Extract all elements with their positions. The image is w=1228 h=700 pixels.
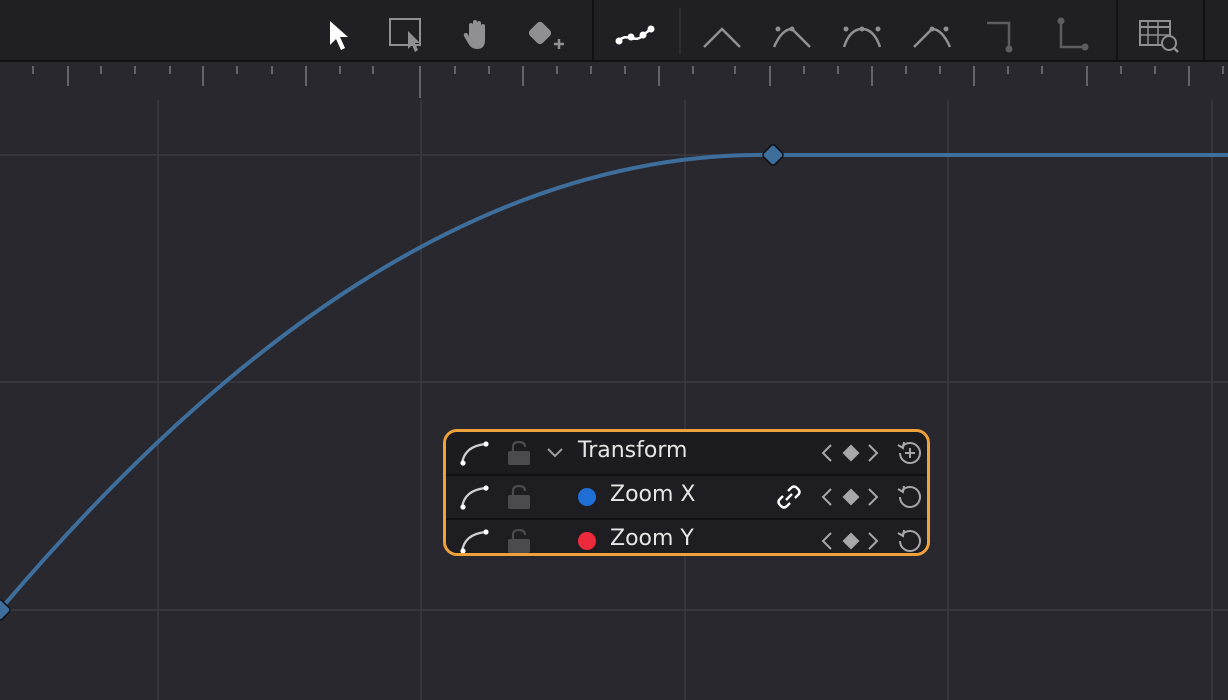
reset-icon[interactable] [896,527,924,555]
keyframe-diamond-icon[interactable] [840,442,862,464]
marquee-select-icon [389,18,421,52]
hand-pan-button[interactable] [455,12,501,58]
next-keyframe-icon[interactable] [866,530,880,552]
keyframe-diamond-icon[interactable] [840,486,862,508]
next-keyframe-icon[interactable] [866,486,880,508]
row-label: Zoom X [610,482,696,507]
ease-out-button[interactable] [839,12,885,58]
toolbar-separator [679,8,681,54]
pointer-select-button[interactable] [314,12,360,58]
chevron-down-icon[interactable] [544,442,566,464]
hold-step-icon [987,21,1013,53]
keyframe-end[interactable] [762,144,785,167]
previous-keyframe-icon[interactable] [820,442,834,464]
curve-toggle-icon[interactable] [458,526,492,556]
keyframe-row-zoom-y[interactable]: Zoom Y [446,520,927,556]
marquee-select-button[interactable] [385,12,431,58]
curve-toggle-icon[interactable] [458,438,492,468]
ease-out-icon [842,26,882,48]
linear-interpolation-icon [703,27,741,48]
row-label: Transform [578,438,688,463]
curve-edit-icon [615,25,655,45]
reset-all-icon[interactable] [896,439,924,467]
toolbar-separator [1203,0,1205,62]
pointer-select-icon [330,21,348,50]
zoom-graph-icon [1139,20,1179,53]
hold-step-button[interactable] [978,12,1024,58]
keyframe-diamond-icon[interactable] [840,530,862,552]
curve-toggle-icon[interactable] [458,482,492,512]
toolbar [0,0,1228,62]
ease-in-out-icon [913,26,952,48]
previous-keyframe-icon[interactable] [820,486,834,508]
timeline-ruler[interactable] [0,62,1228,100]
row-label: Zoom Y [610,526,694,551]
reset-icon[interactable] [896,483,924,511]
linear-interpolation-button[interactable] [699,12,745,58]
ease-in-icon [772,26,811,48]
keyframe-row-transform[interactable]: Transform [446,432,927,474]
keyframe-row-zoom-x[interactable]: Zoom X [446,476,927,518]
next-keyframe-icon[interactable] [866,442,880,464]
add-keyframe-button[interactable] [524,12,570,58]
step-end-icon [1057,17,1089,51]
hand-pan-icon [463,20,485,49]
keyframe-panel: Transform Zoom X Zoom Y [443,429,930,556]
lock-icon[interactable] [506,528,532,554]
toolbar-separator [1116,0,1118,62]
toolbar-separator [592,0,594,62]
channel-color-dot [578,488,596,506]
ease-in-out-button[interactable] [909,12,955,58]
lock-icon[interactable] [506,484,532,510]
previous-keyframe-icon[interactable] [820,530,834,552]
link-icon[interactable] [776,484,802,510]
step-end-button[interactable] [1048,12,1094,58]
curve-edit-button[interactable] [612,12,658,58]
zoom-graph-button[interactable] [1136,12,1182,58]
ease-in-button[interactable] [769,12,815,58]
curve-graph-area[interactable] [0,0,1228,700]
add-keyframe-icon [528,21,564,49]
channel-color-dot [578,532,596,550]
grid [0,100,1228,700]
lock-icon[interactable] [506,440,532,466]
